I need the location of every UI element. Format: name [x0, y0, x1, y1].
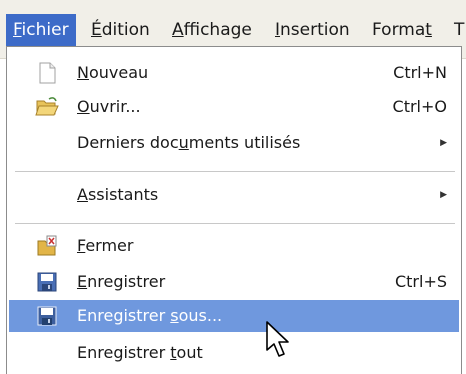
- menu-item-save-as-label: Enregistrer sous...: [77, 306, 223, 325]
- menu-affichage[interactable]: Affichage: [168, 14, 256, 46]
- menu-item-save-all-label: Enregistrer tout: [77, 343, 203, 362]
- menu-item-save-label: Enregistrer: [77, 272, 166, 291]
- menu-item-save[interactable]: Enregistrer Ctrl+S: [9, 266, 459, 298]
- menu-item-save-all[interactable]: Enregistrer tout: [9, 337, 459, 369]
- menu-item-open-label: Ouvrir...: [77, 97, 141, 116]
- file-menu-dropdown: Nouveau Ctrl+N Ouvrir... Ctrl+O Derniers…: [6, 46, 462, 374]
- menu-edition[interactable]: Édition: [87, 14, 154, 46]
- menu-format[interactable]: Format: [368, 14, 436, 46]
- application-window: Fichier Édition Affichage Insertion Form…: [0, 0, 466, 374]
- shortcut-save: Ctrl+S: [394, 272, 447, 291]
- menu-partial-t[interactable]: T: [450, 14, 466, 46]
- close-document-icon: [37, 235, 57, 256]
- menu-insertion[interactable]: Insertion: [271, 14, 354, 46]
- new-document-icon: [39, 62, 56, 84]
- menu-item-save-as[interactable]: Enregistrer sous...: [9, 300, 459, 332]
- shortcut-open: Ctrl+O: [392, 97, 447, 116]
- menu-item-open[interactable]: Ouvrir... Ctrl+O: [9, 91, 459, 123]
- menu-separator: [15, 171, 455, 172]
- shortcut-new: Ctrl+N: [393, 63, 447, 82]
- save-disk-icon: [37, 272, 57, 292]
- submenu-arrow-icon: ▶: [440, 138, 447, 148]
- menu-item-recent-label: Derniers documents utilisés: [77, 133, 301, 152]
- menu-fichier[interactable]: Fichier: [6, 14, 76, 46]
- submenu-arrow-icon: ▶: [440, 190, 447, 200]
- menu-item-close[interactable]: Fermer: [9, 230, 459, 262]
- menu-separator: [15, 223, 455, 224]
- menu-item-recent-documents[interactable]: Derniers documents utilisés ▶: [9, 127, 459, 159]
- menu-item-new[interactable]: Nouveau Ctrl+N: [9, 57, 459, 89]
- save-as-disk-icon: [37, 306, 57, 326]
- menu-item-close-label: Fermer: [77, 236, 134, 255]
- open-folder-icon: [35, 97, 59, 116]
- menu-item-new-label: Nouveau: [77, 63, 149, 82]
- menu-item-wizards[interactable]: Assistants ▶: [9, 179, 459, 211]
- mouse-pointer-icon: [266, 321, 289, 357]
- menu-item-wizards-label: Assistants: [77, 185, 159, 204]
